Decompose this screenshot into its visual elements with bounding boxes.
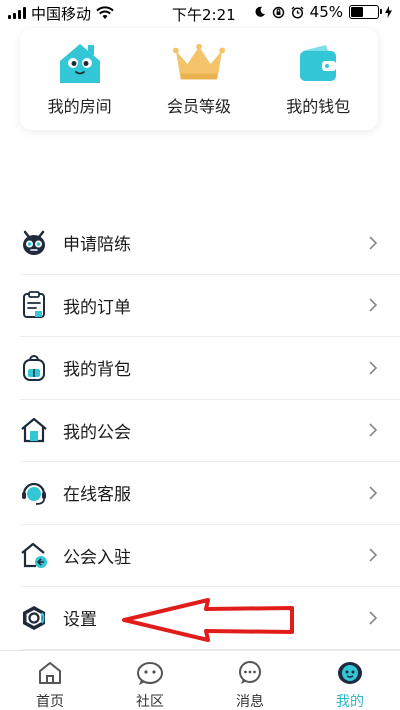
membership-level-button[interactable]: 会员等级 (144, 41, 254, 117)
chevron-right-icon (369, 361, 378, 375)
my-room-button[interactable]: 我的房间 (25, 41, 135, 117)
menu-item-settings[interactable]: 设置 (20, 587, 400, 650)
tab-messages[interactable]: 消息 (200, 651, 300, 710)
menu-item-apply-coach[interactable]: 申请陪练 (20, 212, 400, 275)
backpack-icon (20, 354, 48, 382)
my-wallet-button[interactable]: 我的钱包 (263, 41, 373, 117)
my-wallet-label: 我的钱包 (286, 97, 351, 116)
membership-level-label: 会员等级 (166, 97, 231, 116)
menu-item-label: 公会入驻 (63, 547, 131, 568)
chevron-right-icon (369, 298, 378, 312)
status-time: 下午2:21 (172, 6, 236, 24)
house-icon (53, 41, 107, 85)
guild-house-icon (20, 416, 48, 444)
tab-mine[interactable]: 我的 (300, 651, 400, 710)
chevron-right-icon (369, 611, 378, 625)
home-icon (36, 659, 64, 687)
wifi-icon (96, 6, 114, 19)
wallet-icon (291, 41, 345, 85)
menu-item-label: 我的公会 (63, 422, 131, 443)
carrier-label: 中国移动 (31, 4, 92, 23)
alarm-icon (291, 6, 304, 19)
order-icon (20, 291, 48, 319)
crown-icon (172, 41, 226, 85)
chevron-right-icon (369, 423, 378, 437)
menu-item-label: 在线客服 (63, 485, 131, 506)
menu-item-my-backpack[interactable]: 我的背包 (20, 337, 400, 400)
community-icon (136, 659, 164, 687)
menu-list: 申请陪练 我的订单 我的背包 我的公会 在线客服 公会入驻 设置 (0, 212, 400, 650)
menu-item-label: 我的订单 (63, 297, 131, 318)
message-icon (236, 659, 264, 687)
tab-label: 消息 (236, 694, 264, 710)
mascot-icon (20, 229, 48, 257)
menu-item-my-guild[interactable]: 我的公会 (20, 400, 400, 462)
guild-join-icon (20, 541, 48, 569)
headset-icon (20, 479, 48, 507)
tab-community[interactable]: 社区 (100, 651, 200, 710)
tab-label: 我的 (336, 694, 364, 710)
quick-access-card: 我的房间 会员等级 我的钱包 (20, 28, 378, 130)
chevron-right-icon (369, 236, 378, 250)
menu-item-online-support[interactable]: 在线客服 (20, 462, 400, 525)
profile-icon (336, 659, 364, 687)
chevron-right-icon (369, 486, 378, 500)
signal-icon (8, 7, 26, 19)
rotation-lock-icon (272, 6, 284, 18)
bottom-tab-bar: 首页 社区 消息 我的 (0, 650, 400, 710)
battery-percent: 45% (309, 3, 343, 21)
tab-home[interactable]: 首页 (0, 651, 100, 710)
status-bar: 中国移动 下午2:21 45% (0, 0, 400, 26)
my-room-label: 我的房间 (47, 97, 112, 116)
moon-icon (255, 6, 265, 17)
menu-item-guild-join[interactable]: 公会入驻 (20, 525, 400, 587)
tab-label: 社区 (136, 694, 164, 710)
settings-hexagon-icon (20, 604, 48, 632)
tab-label: 首页 (36, 694, 64, 710)
menu-item-label: 设置 (63, 610, 97, 631)
battery-icon (349, 5, 382, 19)
chevron-right-icon (369, 548, 378, 562)
charging-bolt-icon (385, 6, 392, 18)
menu-item-label: 我的背包 (63, 360, 131, 381)
menu-item-my-orders[interactable]: 我的订单 (20, 275, 400, 337)
menu-item-label: 申请陪练 (63, 235, 131, 256)
